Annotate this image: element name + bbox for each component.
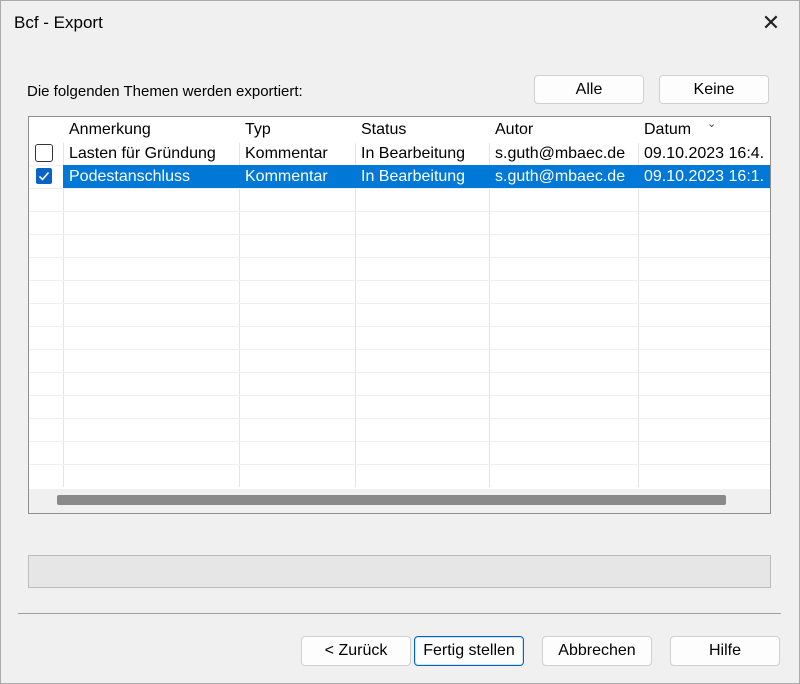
close-icon[interactable]: ✕	[749, 5, 793, 41]
window-title: Bcf - Export	[14, 13, 103, 32]
title-bar: Bcf - Export ✕	[1, 1, 799, 46]
column-header-status[interactable]: Status	[361, 118, 406, 141]
cell-status: In Bearbeitung	[361, 145, 466, 162]
select-none-button[interactable]: Keine	[659, 75, 769, 104]
cell-datum: 09.10.2023 16:4.	[644, 145, 765, 162]
divider	[18, 613, 781, 614]
cell-autor: s.guth@mbaec.de	[495, 168, 626, 185]
table-header: Anmerkung Typ Status Autor Datum ⌄	[29, 117, 770, 143]
row-checkbox-checked[interactable]	[35, 167, 53, 185]
cell-autor: s.guth@mbaec.de	[495, 145, 626, 162]
cell-anmerkung: Lasten für Gründung	[69, 145, 216, 162]
cell-typ: Kommentar	[245, 168, 328, 185]
cell-datum: 09.10.2023 16:1.	[644, 168, 765, 185]
select-all-button[interactable]: Alle	[534, 75, 644, 104]
back-button[interactable]: < Zurück	[301, 636, 411, 666]
column-header-typ[interactable]: Typ	[245, 118, 271, 141]
column-header-autor[interactable]: Autor	[495, 118, 533, 141]
scrollbar-thumb[interactable]	[57, 495, 726, 505]
checkmark-icon	[38, 171, 50, 181]
row-checkbox[interactable]	[35, 144, 53, 162]
export-dialog: Bcf - Export ✕ Die folgenden Themen werd…	[0, 0, 800, 684]
cancel-button[interactable]: Abbrechen	[542, 636, 652, 666]
cell-status: In Bearbeitung	[361, 168, 466, 185]
cell-typ: Kommentar	[245, 145, 328, 162]
progress-bar	[28, 555, 771, 588]
topics-table[interactable]: Anmerkung Typ Status Autor Datum ⌄ Laste…	[28, 116, 771, 514]
column-header-datum[interactable]: Datum	[644, 118, 691, 141]
sort-descending-icon: ⌄	[707, 118, 717, 130]
intro-label: Die folgenden Themen werden exportiert:	[27, 83, 303, 100]
finish-button[interactable]: Fertig stellen	[414, 636, 524, 666]
help-button[interactable]: Hilfe	[670, 636, 780, 666]
cell-anmerkung: Podestanschluss	[69, 168, 190, 185]
column-header-anmerkung[interactable]: Anmerkung	[69, 118, 151, 141]
